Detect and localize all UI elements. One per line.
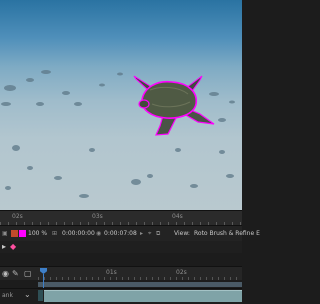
current-time[interactable]: 0:00:00:00 xyxy=(62,229,95,238)
magnification-value[interactable]: 100 % xyxy=(28,229,47,238)
ruler-label: 03s xyxy=(92,213,103,220)
view-label: View: xyxy=(174,230,190,237)
layer-duration-start xyxy=(38,290,43,301)
timeline-ruler[interactable]: 01s 02s xyxy=(38,268,242,280)
layer-duration-bar[interactable] xyxy=(44,290,242,302)
channel-swatch-red[interactable] xyxy=(11,230,18,237)
view-dropdown[interactable]: Roto Brush & Refine E xyxy=(194,229,260,238)
ruler-ticks xyxy=(38,277,242,280)
pin-icon[interactable]: ⌖ xyxy=(148,229,151,238)
play-icon[interactable]: ▸ xyxy=(140,229,143,238)
always-preview-icon[interactable]: ▣ xyxy=(2,229,8,238)
roto-indicator-icon: ◆ xyxy=(10,242,17,251)
pen-icon[interactable]: ✎ xyxy=(12,269,19,278)
sea-turtle xyxy=(133,75,215,136)
roto-color-swatch[interactable] xyxy=(19,230,26,237)
duration-time: 0:00:07:08 xyxy=(104,230,137,237)
layer-name[interactable]: ank xyxy=(2,292,13,299)
seafloor-rocks xyxy=(1,70,235,198)
chevron-down-icon[interactable]: ⌄ xyxy=(24,290,31,299)
viewer-control-bar: ▣ 100 % ⊞ 0:00:00:00 ◉ 0:00:07:08 ▸ ⌖ ⧉ … xyxy=(0,225,260,242)
transport-row: ▸ ◆ xyxy=(0,241,242,253)
snapshot-icon[interactable]: ◉ xyxy=(96,229,101,238)
grid-icon[interactable]: ⊞ xyxy=(52,229,57,238)
work-area-bar[interactable] xyxy=(38,282,242,287)
ruler-label: 02s xyxy=(176,269,187,276)
ruler-label: 04s xyxy=(172,213,183,220)
viewer-time-ruler[interactable]: 02s 03s 04s xyxy=(0,210,242,225)
layer-icon[interactable]: ▢ xyxy=(24,269,32,278)
eye-icon[interactable]: ◉ xyxy=(2,269,9,278)
composition-viewer[interactable] xyxy=(0,0,242,210)
fast-previews-icon[interactable]: ▸ xyxy=(2,242,6,252)
layer-controls: ank ⌄ xyxy=(0,289,38,303)
ruler-label: 01s xyxy=(106,269,117,276)
ruler-label: 02s xyxy=(12,213,23,220)
view-options-icon[interactable]: ⧉ xyxy=(156,229,160,238)
footage-frame xyxy=(1,70,235,198)
